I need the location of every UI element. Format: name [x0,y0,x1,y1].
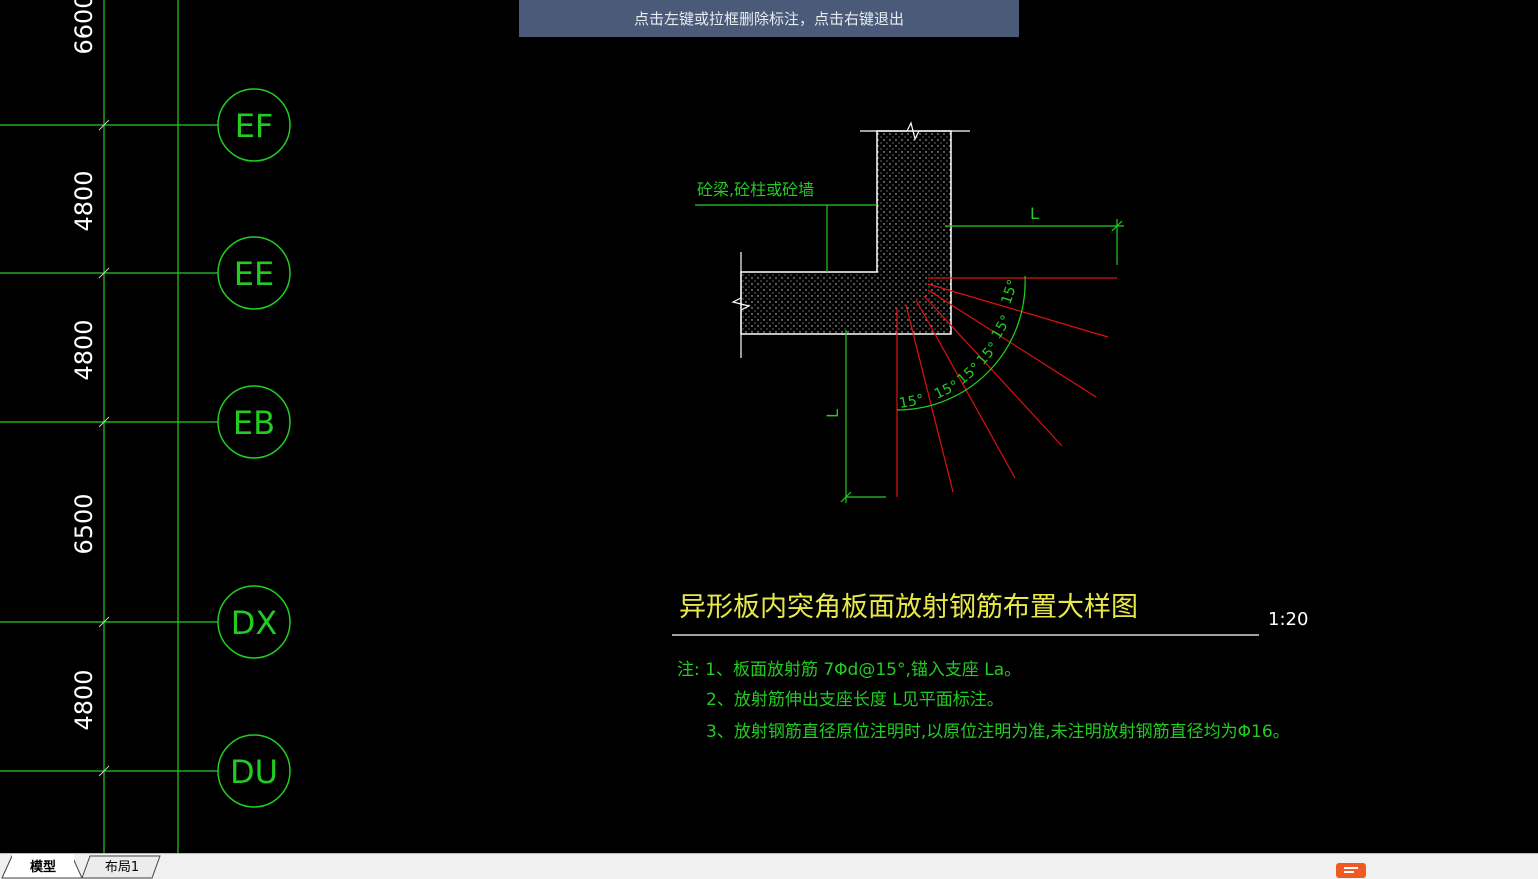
dimension-text: 4800 [70,170,98,231]
svg-text:15°: 15° [932,378,961,403]
dimension-L-label-vertical: L [823,409,842,418]
grid-horizontal-lines [0,124,218,772]
tab-layout1[interactable]: 布局1 [88,854,156,877]
dimension-text: 6600 [70,0,98,55]
dimension-text: 4800 [70,319,98,380]
axis-label: EB [233,404,275,442]
beam-label-leader [695,204,877,272]
command-tooltip: 点击左键或拉框删除标注，点击右键退出 [519,0,1019,37]
note-line-3: 3、放射钢筋直径原位注明时,以原位注明为准,未注明放射钢筋直径均为Φ16。 [706,722,1290,742]
axis-bubble-du[interactable]: DU [217,734,291,808]
beam-label: 砼梁,砼柱或砼墙 [697,180,814,199]
dimension-L-vertical [840,330,886,503]
dimension-text: 4800 [70,669,98,730]
axis-bubble-dx[interactable]: DX [217,585,291,659]
svg-text:15°: 15° [898,392,925,412]
axis-bubble-ee[interactable]: EE [217,236,291,310]
slab-detail-drawing[interactable]: 砼梁,砼柱或砼墙 L L 15° 15° 15° 15° 15° 15° 异形板… [672,121,1308,742]
note-line-2: 2、放射筋伸出支座长度 L见平面标注。 [706,690,1004,710]
dimension-text: 6500 [70,493,98,554]
cad-drawing-canvas[interactable]: 6600 4800 4800 6500 4800 EF EE EB DX DU … [0,0,1538,853]
axis-bubble-ef[interactable]: EF [217,88,291,162]
svg-text:15°: 15° [974,339,1002,368]
concrete-section [740,130,952,335]
svg-text:15°: 15° [989,312,1015,342]
axis-label: EF [235,107,274,145]
axis-label: EE [234,255,274,293]
axis-bubble-eb[interactable]: EB [217,385,291,459]
detail-title: 异形板内突角板面放射钢筋布置大样图 [679,592,1138,623]
axis-label: DX [231,604,278,642]
grid-vertical-lines [103,0,179,853]
tab-model[interactable]: 模型 [12,854,74,877]
app-logo-icon [1336,863,1366,878]
svg-text:15°: 15° [999,278,1022,307]
dimension-L-label: L [1030,204,1039,223]
layout-tab-bar: 模型 布局1 [0,853,1538,879]
detail-scale: 1:20 [1268,609,1308,630]
dimension-L-horizontal [945,219,1124,265]
note-line-1: 注: 1、板面放射筋 7Φd@15°,锚入支座 La。 [677,660,1021,680]
axis-label: DU [230,753,278,791]
